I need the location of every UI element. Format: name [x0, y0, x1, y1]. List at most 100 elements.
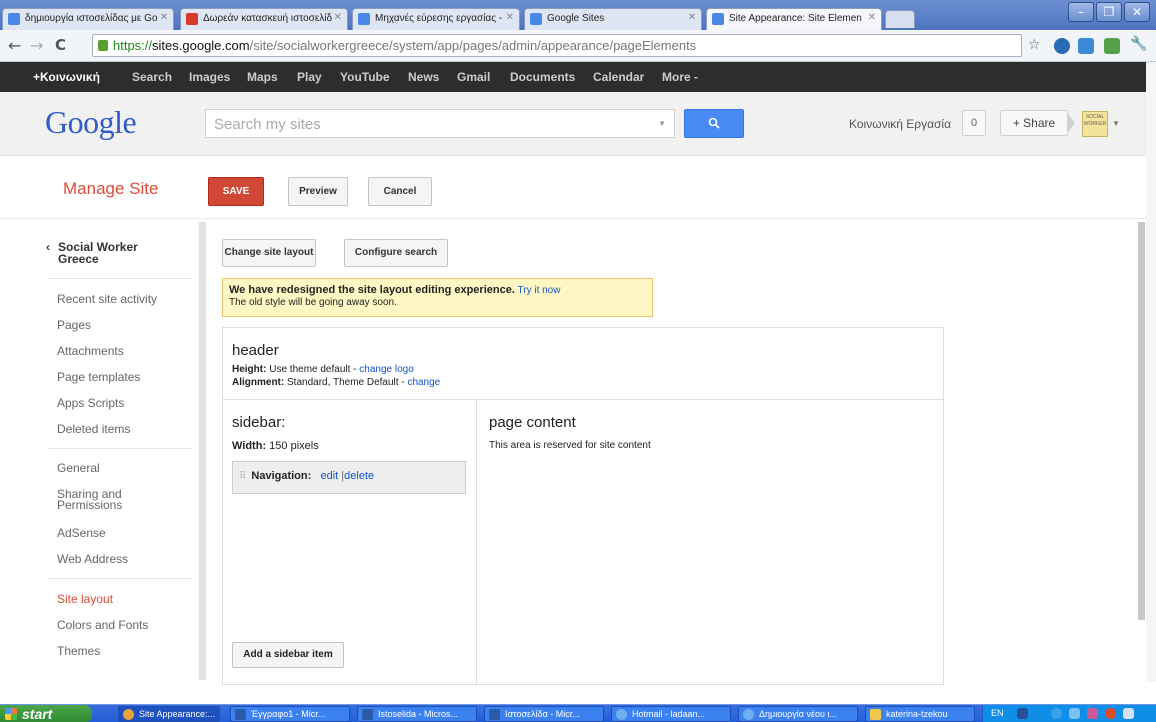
url-domain: sites.google.com	[152, 38, 250, 53]
show-desktop-icon[interactable]	[1123, 708, 1134, 719]
extension-globe-icon[interactable]	[1054, 38, 1070, 54]
reload-icon[interactable]: C	[55, 36, 66, 54]
delete-widget-link[interactable]: delete	[344, 470, 374, 482]
taskbar-item[interactable]: Hotmail - ladaan...	[611, 706, 731, 722]
messenger-icon[interactable]	[1087, 708, 1098, 719]
browser-tab-2[interactable]: Δωρεάν κατασκευή ιστοσελίδ ✕	[180, 8, 348, 30]
chevron-down-icon[interactable]: ▼	[658, 119, 666, 128]
layout-editor: header Height: Use theme default - chang…	[222, 327, 944, 685]
sidebar-item-deleted-items[interactable]: Deleted items	[57, 422, 130, 436]
drag-handle-icon[interactable]: ⠿	[239, 471, 246, 482]
sidebar-item-apps-scripts[interactable]: Apps Scripts	[57, 396, 124, 410]
notification-count[interactable]: 0	[962, 110, 986, 136]
new-tab-button[interactable]	[885, 10, 915, 28]
header-region[interactable]: header Height: Use theme default - chang…	[223, 328, 943, 400]
site-back-link[interactable]: ‹ Social Worker Greece	[46, 241, 156, 265]
browser-tab-3[interactable]: Μηχανές εύρεσης εργασίας - ✕	[352, 8, 520, 30]
search-button[interactable]	[684, 109, 744, 138]
add-sidebar-item-button[interactable]: Add a sidebar item	[232, 642, 344, 668]
width-value: 150 pixels	[269, 440, 319, 452]
language-indicator[interactable]: EN	[991, 708, 1004, 718]
try-it-now-link[interactable]: Try it now	[518, 285, 561, 296]
taskbar-item-label: Ιστοσελίδα - Micr...	[505, 709, 580, 719]
sidebar-item-colors-fonts[interactable]: Colors and Fonts	[57, 618, 148, 632]
gbar-item-images[interactable]: Images	[189, 70, 230, 84]
tab-close-icon[interactable]: ✕	[160, 12, 168, 23]
navigation-widget[interactable]: ⠿ Navigation: edit |delete	[232, 461, 466, 494]
sidebar-item-web-address[interactable]: Web Address	[57, 552, 128, 566]
wrench-menu-icon[interactable]: 🔧	[1130, 36, 1147, 52]
scrollbar-thumb[interactable]	[1138, 222, 1145, 620]
gbar-item-gmail[interactable]: Gmail	[457, 70, 490, 84]
cancel-button[interactable]: Cancel	[368, 177, 432, 206]
google-logo[interactable]: Google	[45, 104, 137, 141]
tab-close-icon[interactable]: ✕	[506, 12, 514, 23]
bookmark-star-icon[interactable]: ☆	[1028, 37, 1041, 53]
sidebar-region[interactable]: sidebar: Width: 150 pixels ⠿ Navigation:…	[223, 400, 477, 684]
tab-favicon-icon	[358, 13, 370, 25]
back-arrow-icon[interactable]: ←	[8, 36, 21, 55]
sidebar-item-general[interactable]: General	[57, 461, 100, 475]
gbar-item-news[interactable]: News	[408, 70, 439, 84]
share-button[interactable]: + Share	[1000, 110, 1068, 136]
change-alignment-link[interactable]: change	[407, 377, 440, 388]
taskbar-item[interactable]: Δημιουργία νέου ι...	[738, 706, 858, 722]
configure-search-button[interactable]: Configure search	[344, 239, 448, 267]
tab-close-icon[interactable]: ✕	[688, 12, 696, 23]
gbar-item-maps[interactable]: Maps	[247, 70, 278, 84]
window-close-icon[interactable]: ✕	[1124, 2, 1150, 22]
gbar-item-youtube[interactable]: YouTube	[340, 70, 390, 84]
browser-tab-4[interactable]: Google Sites ✕	[524, 8, 702, 30]
volume-icon[interactable]	[1069, 708, 1080, 719]
gbar-item-plus[interactable]: +Κοινωνική	[33, 70, 100, 84]
user-name[interactable]: Κοινωνική Εργασία	[849, 117, 951, 131]
save-button[interactable]: SAVE	[208, 177, 264, 206]
address-bar[interactable]: https://sites.google.com/site/socialwork…	[92, 34, 1022, 57]
taskbar-item[interactable]: Site Appearance:...	[118, 706, 220, 722]
taskbar-item[interactable]: katerina-tzekou	[865, 706, 975, 722]
search-sites-input[interactable]: Search my sites ▼	[205, 109, 675, 138]
gbar-item-play[interactable]: Play	[297, 70, 322, 84]
taskbar-item[interactable]: Έγγραφο1 - Micr...	[230, 706, 350, 722]
security-alert-icon[interactable]	[1105, 708, 1116, 719]
gbar-item-calendar[interactable]: Calendar	[593, 70, 644, 84]
start-button[interactable]: start	[0, 705, 92, 722]
help-icon[interactable]	[1017, 708, 1028, 719]
tab-close-icon[interactable]: ✕	[334, 12, 342, 23]
sidebar-item-themes[interactable]: Themes	[57, 644, 100, 658]
sidebar-item-attachments[interactable]: Attachments	[57, 344, 124, 358]
gbar-item-more[interactable]: More -	[662, 70, 698, 84]
sidebar-item-recent-activity[interactable]: Recent site activity	[57, 292, 157, 306]
taskbar: start Site Appearance:... Έγγραφο1 - Mic…	[0, 704, 1156, 722]
gbar-item-search[interactable]: Search	[132, 70, 172, 84]
tab-favicon-icon	[186, 13, 198, 25]
taskbar-item[interactable]: Istoselida - Micros...	[357, 706, 477, 722]
avatar[interactable]: SOCIAL WORKER	[1082, 111, 1108, 137]
taskbar-item[interactable]: Ιστοσελίδα - Micr...	[484, 706, 604, 722]
change-site-layout-button[interactable]: Change site layout	[222, 239, 316, 267]
browser-tab-1[interactable]: δημιουργία ιστοσελίδας με Go ✕	[2, 8, 174, 30]
taskbar-item-label: Δημιουργία νέου ι...	[759, 709, 837, 719]
tab-close-icon[interactable]: ✕	[868, 12, 876, 23]
chevron-down-icon[interactable]: ▼	[1112, 119, 1120, 128]
tab-label: Site Appearance: Site Elemen	[729, 13, 862, 24]
edit-widget-link[interactable]: edit	[320, 470, 338, 482]
sidebar-item-site-layout[interactable]: Site layout	[57, 592, 113, 606]
sidebar-item-page-templates[interactable]: Page templates	[57, 370, 140, 384]
forward-arrow-icon[interactable]: →	[30, 36, 43, 55]
minimize-icon[interactable]: –	[1068, 2, 1094, 22]
preview-button[interactable]: Preview	[288, 177, 348, 206]
change-logo-link[interactable]: change logo	[359, 364, 414, 375]
sidebar-item-pages[interactable]: Pages	[57, 318, 91, 332]
browser-tab-active[interactable]: Site Appearance: Site Elemen ✕	[706, 8, 882, 30]
sidebar-item-adsense[interactable]: AdSense	[57, 526, 106, 540]
sidebar-item-sharing[interactable]: Sharing and Permissions	[57, 488, 127, 511]
restore-icon[interactable]: ❐	[1096, 2, 1122, 22]
tab-label: Google Sites	[547, 13, 605, 24]
extension-link-icon[interactable]	[1078, 38, 1094, 54]
extension-puzzle-icon[interactable]	[1104, 38, 1120, 54]
notice-subtext: The old style will be going away soon.	[229, 297, 397, 308]
network-icon[interactable]	[1051, 708, 1062, 719]
page-scrollbar[interactable]	[1146, 62, 1156, 682]
gbar-item-documents[interactable]: Documents	[510, 70, 575, 84]
